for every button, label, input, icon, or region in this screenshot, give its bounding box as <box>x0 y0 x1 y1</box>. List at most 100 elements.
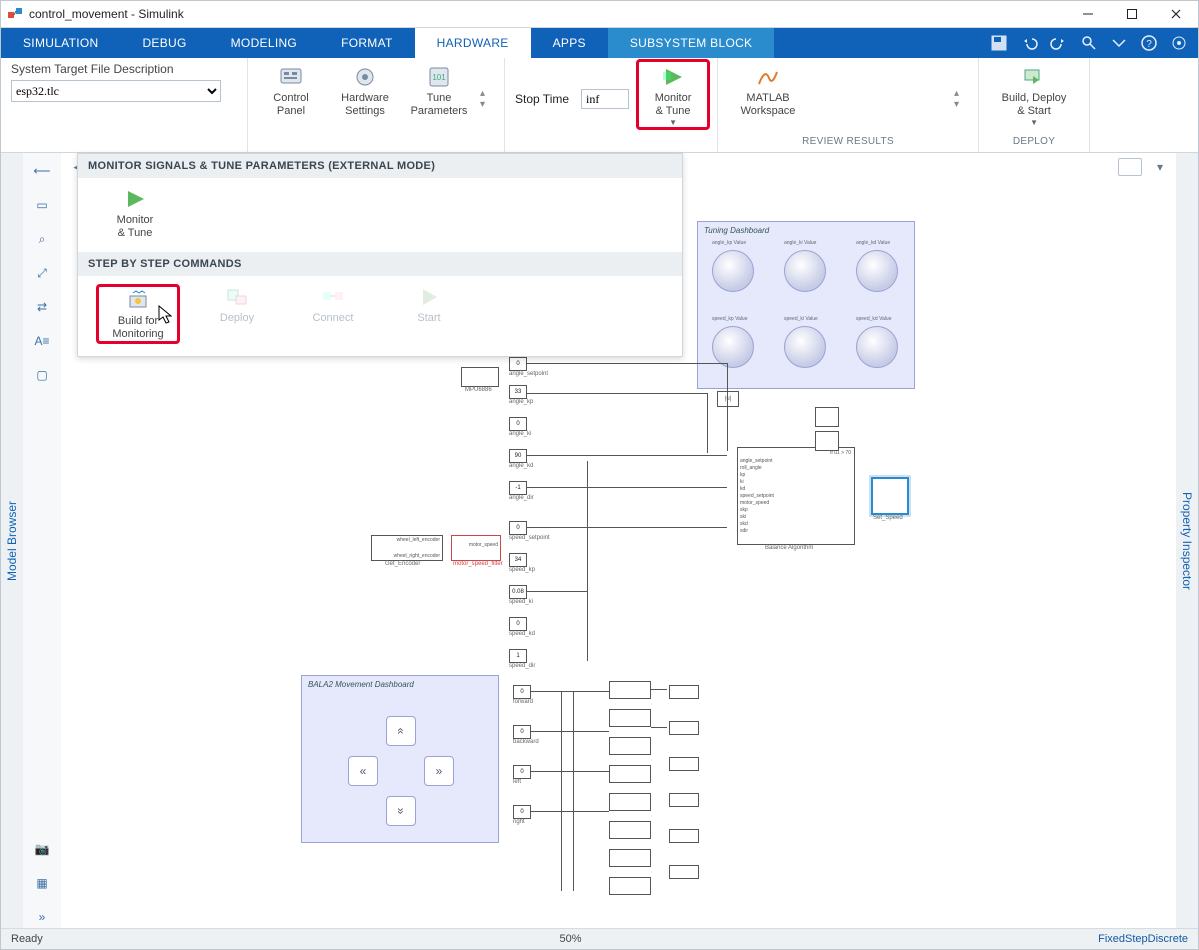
tab-debug[interactable]: DEBUG <box>120 28 208 58</box>
hardware-settings-button[interactable]: Hardware Settings <box>332 62 398 118</box>
search-icon[interactable] <box>1080 34 1098 52</box>
library-icon[interactable]: ▦ <box>30 871 54 895</box>
const-angle-setpoint[interactable]: 0 <box>509 357 527 371</box>
target-icon[interactable] <box>1170 34 1188 52</box>
knob-speed-kp[interactable] <box>712 326 754 368</box>
block-disp-4[interactable] <box>609 765 651 783</box>
keyboard-icon[interactable] <box>1118 158 1142 176</box>
status-solver[interactable]: FixedStepDiscrete <box>1088 933 1198 945</box>
knob-angle-kp[interactable] <box>712 250 754 292</box>
tune-parameters-button[interactable]: 101 Tune Parameters <box>406 62 472 118</box>
expand-explorer-icon[interactable]: » <box>30 905 54 929</box>
block-scope-1[interactable] <box>815 407 839 427</box>
block-out-5[interactable] <box>669 829 699 843</box>
window-maximize[interactable] <box>1110 1 1154 27</box>
block-disp-1[interactable] <box>609 681 651 699</box>
review-gallery-expand[interactable]: ▴▾ <box>954 88 968 110</box>
canvas-select-icon[interactable]: ▭ <box>30 193 54 217</box>
const-angle-ki[interactable]: 0 <box>509 417 527 431</box>
const-angle-kd[interactable]: 90 <box>509 449 527 463</box>
help-icon[interactable]: ? <box>1140 34 1158 52</box>
prepare-gallery-expand[interactable]: ▴▾ <box>480 88 494 110</box>
block-disp-2[interactable] <box>609 709 651 727</box>
const-speed-ki[interactable]: 0.08 <box>509 585 527 599</box>
knob-speed-ki[interactable] <box>784 326 826 368</box>
dd-connect[interactable]: Connect <box>294 284 372 344</box>
zoom-icon[interactable]: ⌕ <box>30 227 54 251</box>
swap-icon[interactable]: ⇄ <box>30 295 54 319</box>
label-balance-algorithm: Balance Algorithm <box>765 545 813 551</box>
tab-subsystem-block[interactable]: SUBSYSTEM BLOCK <box>608 28 775 58</box>
block-out-3[interactable] <box>669 757 699 771</box>
camera-icon[interactable]: 📷 <box>30 837 54 861</box>
tab-simulation[interactable]: SIMULATION <box>1 28 120 58</box>
wire <box>531 811 609 812</box>
dd-build-for-monitoring[interactable]: Build for Monitoring <box>96 284 180 344</box>
monitor-and-tune-button[interactable]: Monitor & Tune ▼ <box>636 59 710 130</box>
const-angle-dir[interactable]: -1 <box>509 481 527 495</box>
block-out-2[interactable] <box>669 721 699 735</box>
block-disp-5[interactable] <box>609 793 651 811</box>
tab-hardware[interactable]: HARDWARE <box>415 28 531 58</box>
block-scope-2[interactable] <box>815 431 839 451</box>
const-speed-kp[interactable]: 34 <box>509 553 527 567</box>
status-zoom[interactable]: 50% <box>549 933 591 945</box>
knob-speed-kd[interactable] <box>856 326 898 368</box>
knob-angle-ki-label: angle_ki Value <box>784 240 816 246</box>
undo-icon[interactable] <box>1020 34 1038 52</box>
property-inspector-rail[interactable]: Property Inspector <box>1175 153 1198 929</box>
label-speed-dir: speed_dir <box>509 663 535 669</box>
annotation-icon[interactable]: A≡ <box>30 329 54 353</box>
area-icon[interactable]: ▢ <box>30 363 54 387</box>
build-deploy-start-button[interactable]: Build, Deploy & Start ▼ <box>989 62 1079 127</box>
tab-format[interactable]: FORMAT <box>319 28 415 58</box>
model-browser-rail[interactable]: Model Browser <box>1 153 24 929</box>
block-out-1[interactable] <box>669 685 699 699</box>
dd-deploy[interactable]: Deploy <box>198 284 276 344</box>
nav-dropdown[interactable]: ▾ <box>1150 157 1170 177</box>
knob-angle-ki[interactable] <box>784 250 826 292</box>
block-out-4[interactable] <box>669 793 699 807</box>
block-motor-speed-filter[interactable]: motor_speed <box>451 535 501 561</box>
const-angle-kp[interactable]: 33 <box>509 385 527 399</box>
block-balance-algorithm[interactable]: if u1 > 70 angle_setpointroll_anglekpkik… <box>737 447 855 545</box>
pad-forward[interactable]: « <box>386 716 416 746</box>
const-speed-dir[interactable]: 1 <box>509 649 527 663</box>
const-left[interactable]: 0 <box>513 765 531 779</box>
toolstrip: System Target File Description esp32.tlc… <box>1 58 1198 153</box>
block-disp-3[interactable] <box>609 737 651 755</box>
label-motor-speed-filter: motor_speed_filter <box>453 561 503 567</box>
block-disp-8[interactable] <box>609 877 651 895</box>
knob-angle-kd[interactable] <box>856 250 898 292</box>
window-close[interactable] <box>1154 1 1198 27</box>
control-panel-button[interactable]: Control Panel <box>258 62 324 118</box>
tab-modeling[interactable]: MODELING <box>209 28 319 58</box>
expand-icon[interactable] <box>1110 34 1128 52</box>
const-forward[interactable]: 0 <box>513 685 531 699</box>
block-disp-7[interactable] <box>609 849 651 867</box>
block-disp-6[interactable] <box>609 821 651 839</box>
pad-backward[interactable]: » <box>386 796 416 826</box>
block-get-encoder[interactable]: wheel_left_encoder wheel_right_encoder <box>371 535 443 561</box>
redo-icon[interactable] <box>1050 34 1068 52</box>
pad-right[interactable]: » <box>424 756 454 786</box>
const-backward[interactable]: 0 <box>513 725 531 739</box>
matlab-workspace-button[interactable]: MATLAB Workspace <box>728 62 808 118</box>
save-icon[interactable] <box>990 34 1008 52</box>
window-minimize[interactable] <box>1066 1 1110 27</box>
stop-time-input[interactable] <box>581 89 629 109</box>
const-right[interactable]: 0 <box>513 805 531 819</box>
pad-left[interactable]: « <box>348 756 378 786</box>
fit-icon[interactable]: ⤢ <box>30 261 54 285</box>
nav-back-icon[interactable]: ⟵ <box>30 159 54 183</box>
tab-apps[interactable]: APPS <box>531 28 608 58</box>
block-set-speed[interactable] <box>871 477 909 515</box>
const-speed-kd[interactable]: 0 <box>509 617 527 631</box>
target-file-select[interactable]: esp32.tlc <box>11 80 221 102</box>
const-speed-setpoint[interactable]: 0 <box>509 521 527 535</box>
block-out-6[interactable] <box>669 865 699 879</box>
block-abs[interactable]: |u| <box>717 391 739 407</box>
dd-start[interactable]: Start <box>390 284 468 344</box>
block-mpu[interactable] <box>461 367 499 387</box>
dd-monitor-and-tune[interactable]: Monitor & Tune <box>96 186 174 240</box>
